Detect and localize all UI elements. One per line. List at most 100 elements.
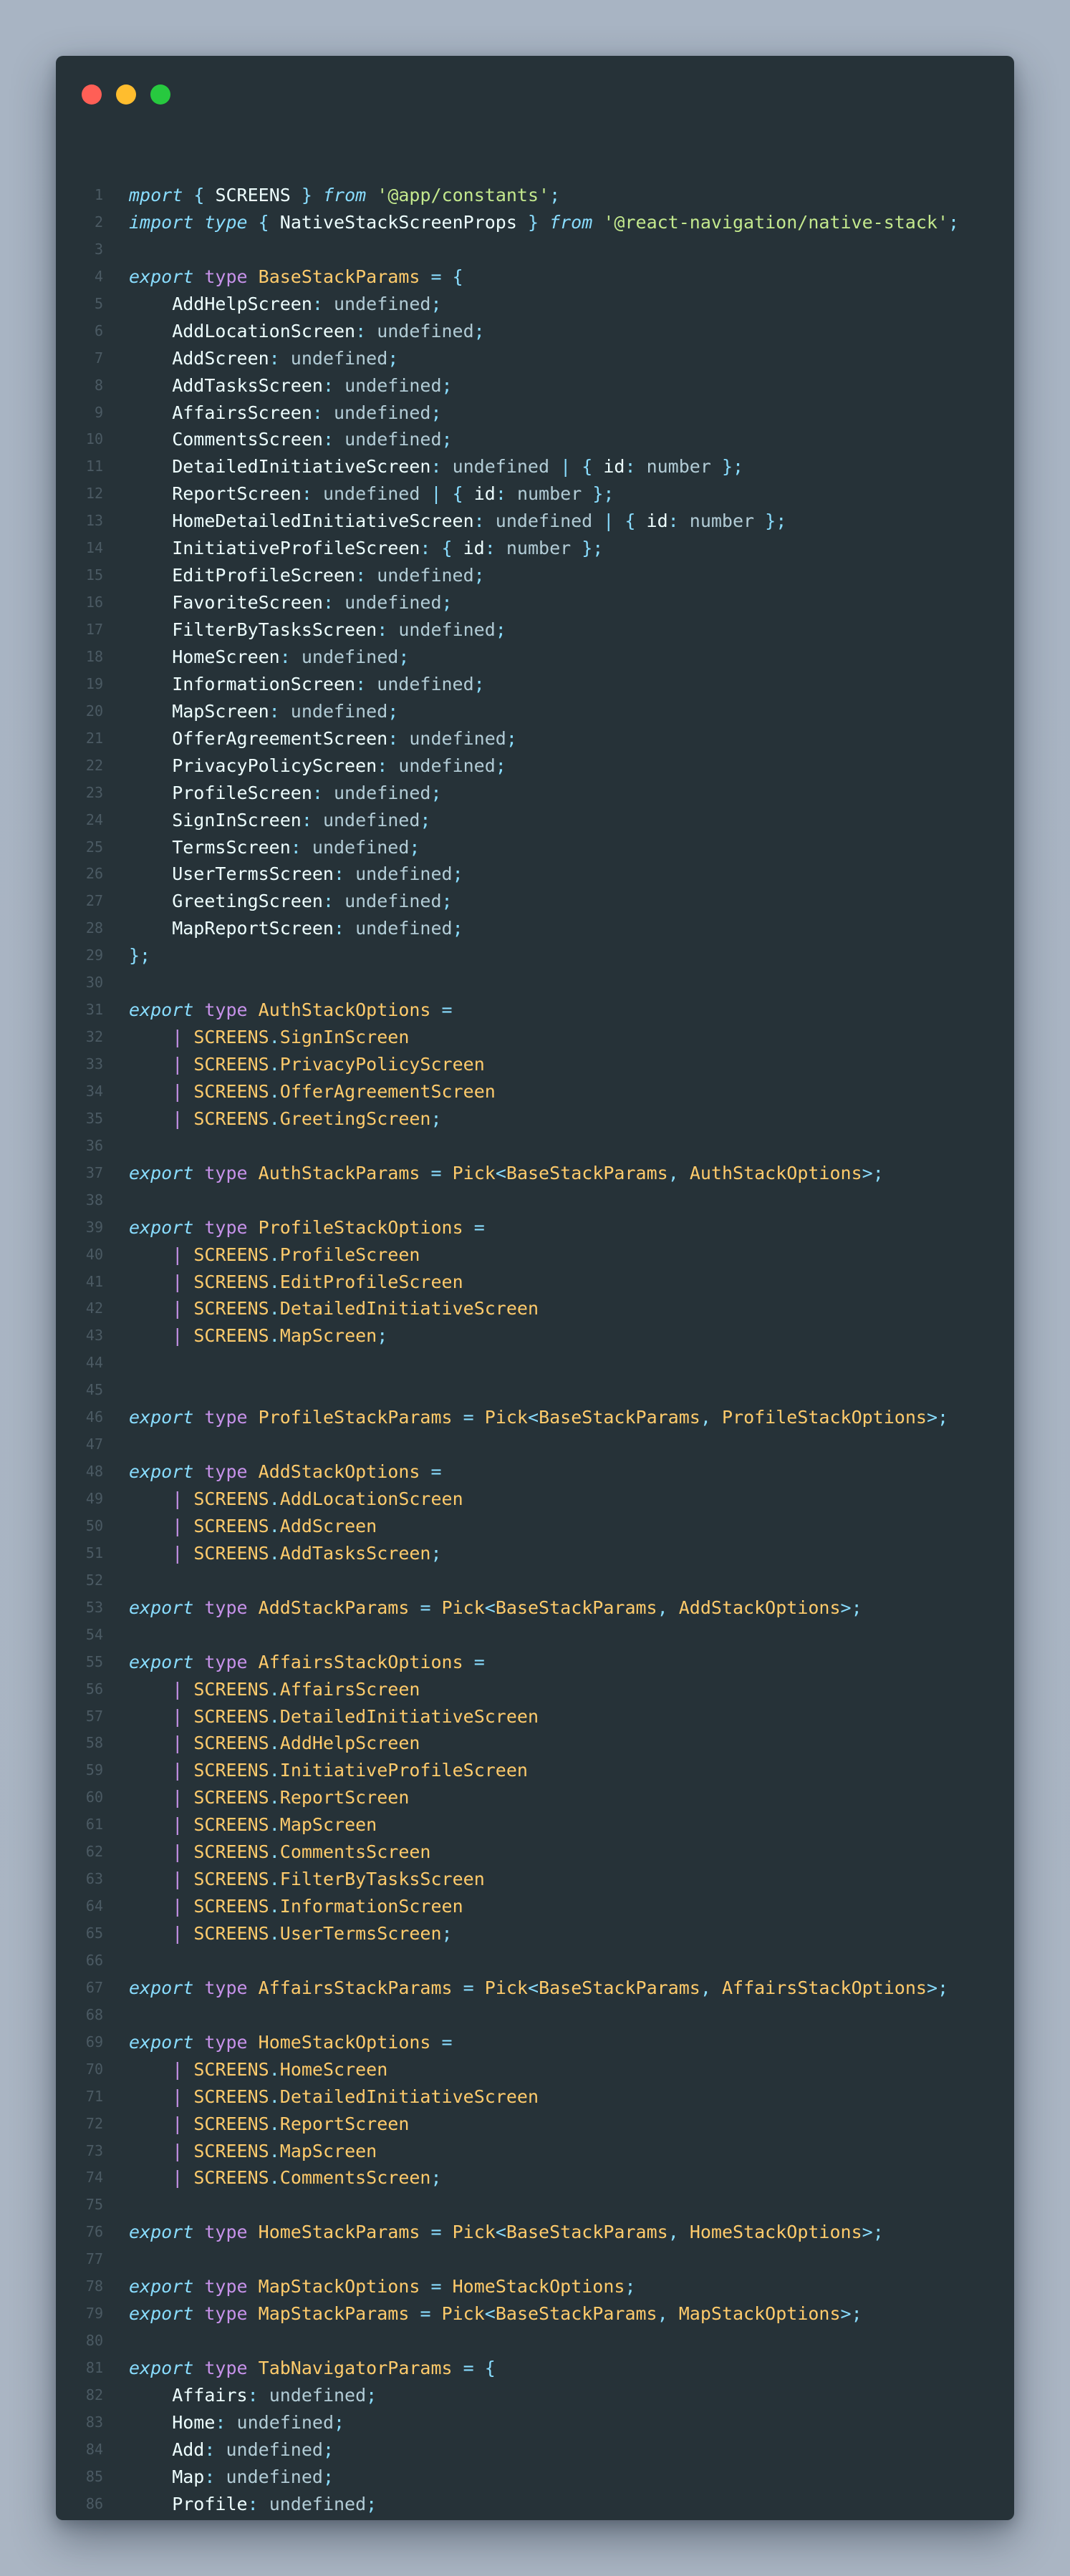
code-text[interactable]: | SCREENS.DetailedInitiativeScreen: [129, 1295, 539, 1322]
code-text[interactable]: InformationScreen: undefined;: [129, 671, 485, 698]
code-line: 40 | SCREENS.ProfileScreen: [56, 1241, 1014, 1269]
code-text[interactable]: export type AffairsStackOptions =: [129, 1649, 485, 1676]
code-text[interactable]: PrivacyPolicyScreen: undefined;: [129, 752, 506, 780]
code-text[interactable]: | SCREENS.ProfileScreen: [129, 1241, 420, 1269]
code-text[interactable]: | SCREENS.AffairsScreen: [129, 1676, 420, 1703]
code-token: .: [269, 2086, 280, 2107]
code-text[interactable]: | SCREENS.FilterByTasksScreen: [129, 1866, 485, 1893]
code-text[interactable]: export type HomeStackOptions =: [129, 2029, 453, 2056]
code-text[interactable]: Profile: undefined;: [129, 2491, 377, 2518]
code-text[interactable]: MapReportScreen: undefined;: [129, 915, 463, 942]
code-text[interactable]: | SCREENS.DetailedInitiativeScreen: [129, 2083, 539, 2111]
code-text[interactable]: Home: undefined;: [129, 2409, 344, 2436]
code-token: |: [172, 1515, 183, 1536]
code-token: number: [516, 483, 582, 505]
code-text[interactable]: HomeScreen: undefined;: [129, 644, 409, 671]
code-text[interactable]: | SCREENS.ReportScreen: [129, 2111, 409, 2138]
code-text[interactable]: DetailedInitiativeScreen: undefined | { …: [129, 453, 743, 480]
code-text[interactable]: | SCREENS.AddHelpScreen: [129, 1730, 420, 1757]
code-text[interactable]: export type ProfileStackOptions =: [129, 1214, 485, 1241]
code-text[interactable]: | SCREENS.HomeScreen: [129, 2056, 387, 2083]
code-text[interactable]: SignInScreen: undefined;: [129, 807, 430, 834]
code-text[interactable]: GreetingScreen: undefined;: [129, 888, 452, 915]
code-text[interactable]: | SCREENS.GreetingScreen;: [129, 1105, 441, 1133]
code-text[interactable]: mport { SCREENS } from '@app/constants';: [129, 182, 560, 209]
code-text[interactable]: export type MapStackOptions = HomeStackO…: [129, 2273, 636, 2300]
code-text[interactable]: ProfileScreen: undefined;: [129, 780, 442, 807]
code-token: Affairs: [129, 2384, 248, 2406]
code-text[interactable]: | SCREENS.InitiativeProfileScreen: [129, 1757, 528, 1784]
code-text[interactable]: export type AffairsStackParams = Pick<Ba…: [129, 1975, 948, 2002]
code-text[interactable]: export type AddStackOptions =: [129, 1458, 442, 1486]
code-text[interactable]: | SCREENS.EditProfileScreen: [129, 1269, 463, 1296]
code-token: CommentsScreen: [129, 429, 323, 450]
code-text[interactable]: | SCREENS.CommentsScreen: [129, 1839, 430, 1866]
code-token: ;: [549, 185, 561, 205]
code-text[interactable]: export type AuthStackOptions =: [129, 997, 453, 1024]
code-text[interactable]: FilterByTasksScreen: undefined;: [129, 616, 506, 644]
code-text[interactable]: Add: undefined;: [129, 2436, 334, 2464]
code-text[interactable]: MapScreen: undefined;: [129, 698, 398, 725]
code-text[interactable]: | SCREENS.InformationScreen: [129, 1893, 463, 1920]
code-text[interactable]: AddHelpScreen: undefined;: [129, 291, 441, 318]
code-text[interactable]: | SCREENS.AddScreen: [129, 1513, 377, 1540]
code-text[interactable]: InitiativeProfileScreen: { id: number };: [129, 535, 603, 562]
maximize-dot[interactable]: [150, 84, 170, 105]
code-text[interactable]: | SCREENS.ReportScreen: [129, 1784, 409, 1811]
code-text[interactable]: export type AddStackParams = Pick<BaseSt…: [129, 1594, 862, 1622]
code-token: >;: [840, 2303, 862, 2325]
code-text[interactable]: AddScreen: undefined;: [129, 345, 398, 372]
code-text[interactable]: | SCREENS.MapScreen: [129, 1811, 377, 1839]
code-text[interactable]: | SCREENS.CommentsScreen;: [129, 2164, 441, 2192]
code-text[interactable]: OfferAgreementScreen: undefined;: [129, 725, 517, 752]
code-token: '@react-navigation/native-stack': [603, 211, 948, 233]
code-text[interactable]: | SCREENS.MapScreen;: [129, 1322, 387, 1350]
code-text[interactable]: };: [129, 942, 150, 969]
code-text[interactable]: | SCREENS.DetailedInitiativeScreen: [129, 1703, 539, 1730]
code-text[interactable]: | SCREENS.SignInScreen: [129, 1024, 409, 1051]
code-token: type: [204, 999, 248, 1021]
code-text[interactable]: AddTasksScreen: undefined;: [129, 372, 452, 400]
code-text[interactable]: export type ProfileStackParams = Pick<Ba…: [129, 1404, 948, 1431]
line-number: 19: [85, 674, 103, 692]
code-text[interactable]: CommentsScreen: undefined;: [129, 426, 452, 453]
code-text[interactable]: | SCREENS.OfferAgreementScreen: [129, 1078, 496, 1105]
code-text[interactable]: UserTermsScreen: undefined;: [129, 861, 463, 888]
code-text[interactable]: export type HomeStackParams = Pick<BaseS…: [129, 2219, 884, 2246]
code-token: .: [269, 1325, 280, 1347]
code-text[interactable]: export type MapStackParams = Pick<BaseSt…: [129, 2300, 862, 2328]
code-text[interactable]: AddLocationScreen: undefined;: [129, 318, 485, 345]
code-text[interactable]: | SCREENS.UserTermsScreen;: [129, 1920, 452, 1947]
code-text[interactable]: export type AuthStackParams = Pick<BaseS…: [129, 1160, 884, 1187]
code-text[interactable]: TermsScreen: undefined;: [129, 834, 420, 861]
code-text[interactable]: AffairsScreen: undefined;: [129, 400, 441, 427]
code-token: export: [129, 2303, 194, 2325]
code-text[interactable]: Map: undefined;: [129, 2464, 334, 2491]
code-text[interactable]: export type BaseStackParams = {: [129, 263, 463, 291]
code-text[interactable]: FavoriteScreen: undefined;: [129, 589, 452, 616]
code-text[interactable]: | SCREENS.AddTasksScreen;: [129, 1540, 441, 1567]
code-text[interactable]: Affairs: undefined;: [129, 2382, 377, 2409]
code-text[interactable]: | SCREENS.MapScreen: [129, 2138, 377, 2165]
code-text[interactable]: HomeDetailedInitiativeScreen: undefined …: [129, 508, 786, 535]
code-text[interactable]: export type TabNavigatorParams = {: [129, 2355, 496, 2382]
code-token: ;: [430, 782, 442, 803]
code-text[interactable]: EditProfileScreen: undefined;: [129, 562, 485, 589]
code-text[interactable]: };: [129, 2518, 150, 2520]
code-text[interactable]: ReportScreen: undefined | { id: number }…: [129, 480, 614, 508]
code-text[interactable]: | SCREENS.PrivacyPolicyScreen: [129, 1051, 485, 1078]
code-text[interactable]: import type { NativeStackScreenProps } f…: [129, 209, 959, 236]
code-token: >;: [926, 1977, 949, 1998]
code-text[interactable]: | SCREENS.AddLocationScreen: [129, 1486, 463, 1513]
minimize-dot[interactable]: [116, 84, 136, 105]
code-line: 50 | SCREENS.AddScreen: [56, 1513, 1014, 1540]
close-dot[interactable]: [82, 84, 102, 105]
